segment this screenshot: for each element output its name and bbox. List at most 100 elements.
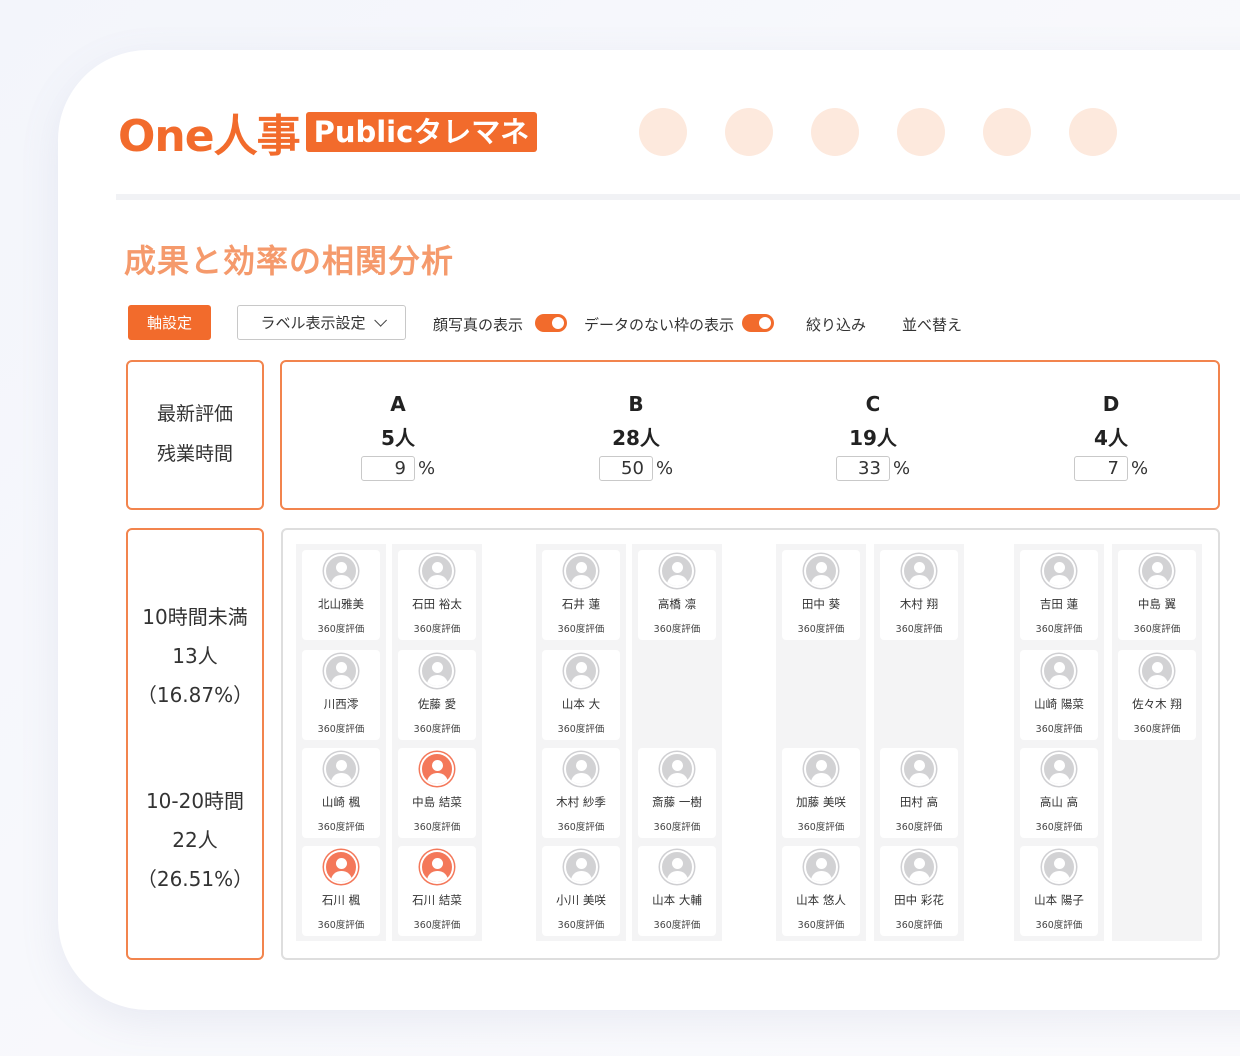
grade-percent-input[interactable]: 9 [360,456,415,481]
avatar-icon [902,752,936,786]
grade-percent-input[interactable]: 33 [835,456,890,481]
avatar-icon [1042,752,1076,786]
row-count: 13人 [172,644,218,668]
avatar-icon [1140,654,1174,688]
employee-card[interactable]: 高山 高 360度評価 [1020,748,1098,838]
employee-card[interactable]: 川西澪 360度評価 [302,650,380,740]
avatar-icon [420,654,454,688]
employee-card[interactable]: 斎藤 一樹 360度評価 [638,748,716,838]
employee-eval-link[interactable]: 360度評価 [542,819,620,833]
employee-name: 石井 蓮 [561,597,601,611]
employee-card[interactable]: 高橋 凛 360度評価 [638,550,716,640]
employee-card[interactable]: 北山雅美 360度評価 [302,550,380,640]
employee-card[interactable]: 木村 紗季 360度評価 [542,748,620,838]
employee-eval-link[interactable]: 360度評価 [638,621,716,635]
x-axis-label: 最新評価 [156,403,233,425]
grade-column: 高橋 凛 360度評価 斎藤 一樹 360度評価 山本 大輔 360度評価 [632,544,722,941]
employee-card[interactable]: 田村 高 360度評価 [880,748,958,838]
employee-eval-link[interactable]: 360度評価 [398,819,476,833]
header-dot [811,108,859,156]
employee-card[interactable]: 田中 彩花 360度評価 [880,846,958,936]
page-title: 成果と効率の相関分析 [124,242,455,280]
employee-card[interactable]: 佐藤 愛 360度評価 [398,650,476,740]
employee-card[interactable]: 小川 美咲 360度評価 [542,846,620,936]
employee-card[interactable]: 山本 悠人 360度評価 [782,846,860,936]
employee-eval-link[interactable]: 360度評価 [398,917,476,931]
avatar-icon [660,554,694,588]
employee-card[interactable]: 石井 蓮 360度評価 [542,550,620,640]
employee-card[interactable]: 山崎 陽菜 360度評価 [1020,650,1098,740]
employee-card[interactable]: 中島 翼 360度評価 [1118,550,1196,640]
percent-unit: % [655,458,674,479]
employee-eval-link[interactable]: 360度評価 [1020,917,1098,931]
employee-eval-link[interactable]: 360度評価 [302,917,380,931]
employee-eval-link[interactable]: 360度評価 [782,819,860,833]
employee-eval-link[interactable]: 360度評価 [398,721,476,735]
employee-eval-link[interactable]: 360度評価 [1118,721,1196,735]
header-dot [725,108,773,156]
employee-card[interactable]: 石川 結菜 360度評価 [398,846,476,936]
grade-column: 田中 葵 360度評価 加藤 美咲 360度評価 山本 悠人 360度評価 [776,544,866,941]
employee-eval-link[interactable]: 360度評価 [880,819,958,833]
employee-eval-link[interactable]: 360度評価 [1020,621,1098,635]
employee-eval-link[interactable]: 360度評価 [542,917,620,931]
employee-eval-link[interactable]: 360度評価 [638,819,716,833]
avatar-icon [564,752,598,786]
grade-count: 28人 [612,426,660,450]
employee-eval-link[interactable]: 360度評価 [542,621,620,635]
employee-eval-link[interactable]: 360度評価 [782,621,860,635]
employee-eval-link[interactable]: 360度評価 [638,917,716,931]
employee-eval-link[interactable]: 360度評価 [1020,721,1098,735]
employee-eval-link[interactable]: 360度評価 [782,917,860,931]
grade-percent-input[interactable]: 50 [598,456,653,481]
photo-toggle-label: 顔写真の表示 [433,316,524,334]
toggle-knob [759,317,771,329]
avatar-icon [324,554,358,588]
toggle-knob [552,317,564,329]
avatar-icon [420,850,454,884]
employee-card[interactable]: 山本 大輔 360度評価 [638,846,716,936]
avatar-icon [564,654,598,688]
grade-b: B 28人 50% [566,392,706,481]
employee-name: 中島 翼 [1137,597,1177,611]
label-display-select[interactable]: ラベル表示設定 [237,305,406,340]
employee-name: 高山 高 [1039,795,1079,809]
row-percent: （16.87%） [136,683,254,707]
employee-name: 山崎 楓 [321,795,361,809]
employee-card[interactable]: 山本 大 360度評価 [542,650,620,740]
employee-card[interactable]: 石田 裕太 360度評価 [398,550,476,640]
grade-count: 4人 [1094,426,1128,450]
employee-card[interactable]: 木村 翔 360度評価 [880,550,958,640]
employee-eval-link[interactable]: 360度評価 [302,819,380,833]
empty-cells-toggle[interactable] [742,314,774,332]
grade-percent-input[interactable]: 7 [1073,456,1128,481]
filter-link[interactable]: 絞り込み [806,314,866,335]
employee-card[interactable]: 石川 楓 360度評価 [302,846,380,936]
employee-card[interactable]: 田中 葵 360度評価 [782,550,860,640]
employee-eval-link[interactable]: 360度評価 [398,621,476,635]
employee-eval-link[interactable]: 360度評価 [880,917,958,931]
employee-card[interactable]: 吉田 蓮 360度評価 [1020,550,1098,640]
employee-eval-link[interactable]: 360度評価 [542,721,620,735]
avatar-icon [1042,554,1076,588]
avatar-icon [420,554,454,588]
employee-eval-link[interactable]: 360度評価 [1118,621,1196,635]
app-logo: One人事 Publicタレマネ [118,106,538,162]
avatar-icon [804,554,838,588]
employee-card[interactable]: 中島 結菜 360度評価 [398,748,476,838]
employee-eval-link[interactable]: 360度評価 [1020,819,1098,833]
employee-eval-link[interactable]: 360度評価 [302,621,380,635]
employee-card[interactable]: 山本 陽子 360度評価 [1020,846,1098,936]
avatar-icon [1042,850,1076,884]
sort-link[interactable]: 並べ替え [902,314,962,335]
avatar-icon [1140,554,1174,588]
employee-eval-link[interactable]: 360度評価 [880,621,958,635]
header-dot [983,108,1031,156]
axis-settings-button[interactable]: 軸設定 [128,305,211,340]
employee-card[interactable]: 山崎 楓 360度評価 [302,748,380,838]
employee-card[interactable]: 加藤 美咲 360度評価 [782,748,860,838]
employee-card[interactable]: 佐々木 翔 360度評価 [1118,650,1196,740]
employee-name: 木村 紗季 [556,795,606,809]
photo-toggle[interactable] [535,314,567,332]
employee-eval-link[interactable]: 360度評価 [302,721,380,735]
